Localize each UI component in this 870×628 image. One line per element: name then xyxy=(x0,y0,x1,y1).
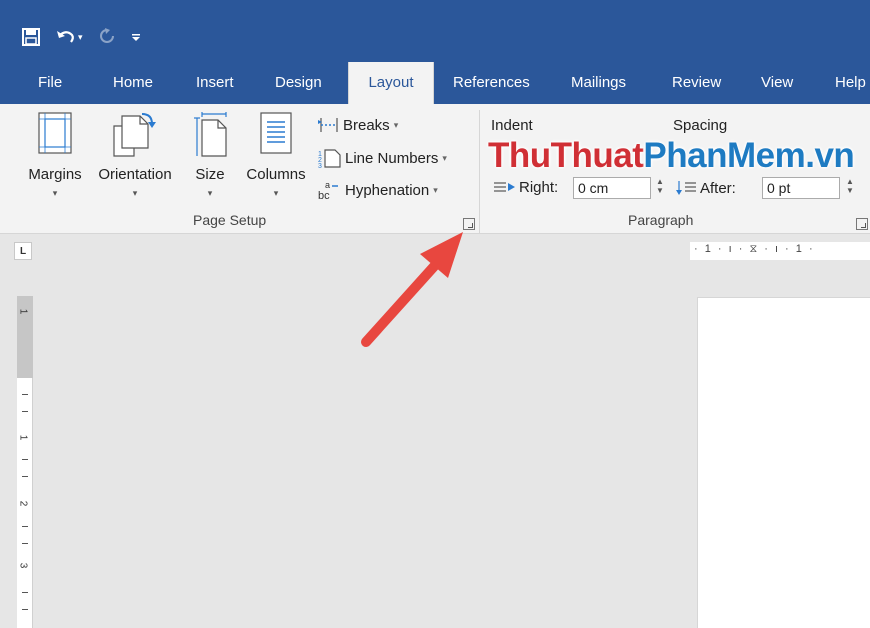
annotation-arrow-icon xyxy=(361,232,463,347)
